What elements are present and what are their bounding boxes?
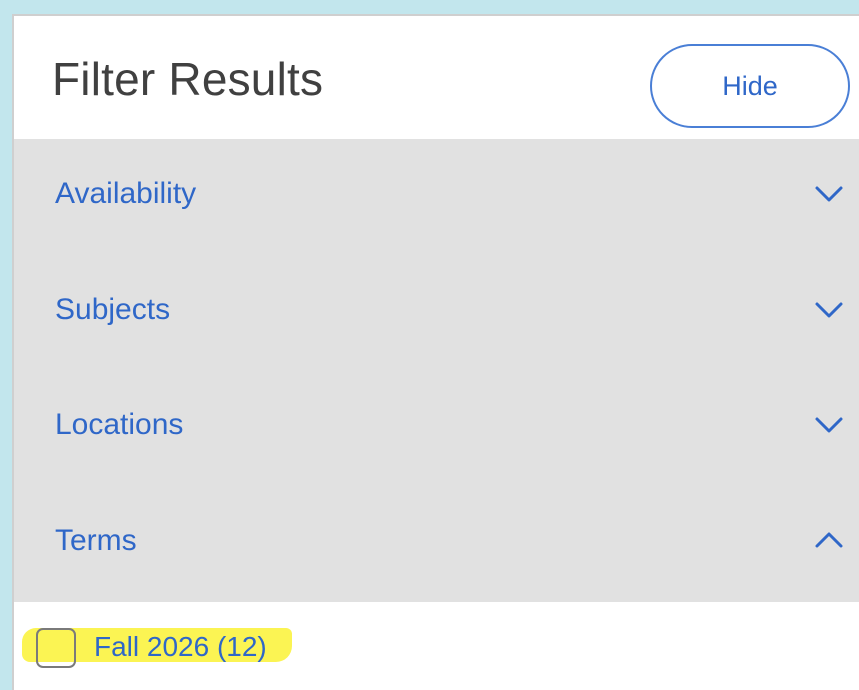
fall-2026-checkbox[interactable] — [36, 628, 76, 668]
chevron-up-icon[interactable] — [811, 522, 847, 558]
section-locations[interactable]: Locations — [14, 370, 859, 486]
section-terms[interactable]: Terms — [14, 486, 859, 602]
filter-header: Filter Results Hide — [14, 16, 859, 139]
terms-options-list: Fall 2026 (12) — [14, 602, 859, 690]
filter-results-panel: Filter Results Hide Availability Subject… — [12, 14, 859, 690]
hide-button[interactable]: Hide — [650, 44, 850, 128]
chevron-down-icon[interactable] — [811, 175, 847, 211]
term-option-label: Fall 2026 (12) — [94, 631, 267, 662]
section-availability[interactable]: Availability — [14, 139, 859, 255]
section-subjects[interactable]: Subjects — [14, 255, 859, 371]
page-title: Filter Results — [52, 53, 324, 105]
chevron-down-icon[interactable] — [811, 291, 847, 327]
section-label: Availability — [55, 177, 197, 210]
filter-sections: Availability Subjects Locations Terms — [14, 139, 859, 602]
term-option-fall-2026[interactable]: Fall 2026 (12) — [22, 620, 294, 668]
chevron-down-icon[interactable] — [811, 406, 847, 442]
section-label: Subjects — [55, 293, 171, 326]
section-label: Terms — [55, 524, 137, 557]
section-label: Locations — [55, 408, 184, 441]
